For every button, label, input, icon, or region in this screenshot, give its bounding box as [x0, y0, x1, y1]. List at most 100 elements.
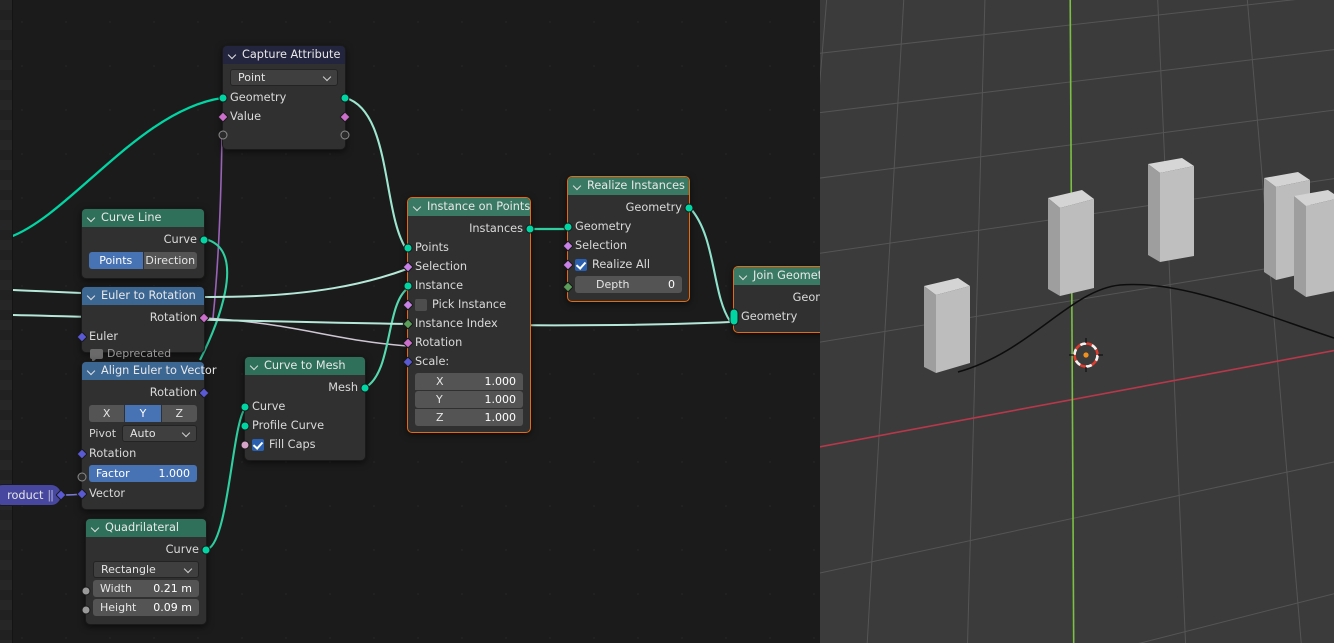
socket-pick-instance-in[interactable]	[402, 298, 414, 311]
scale-x-field[interactable]: X 1.000	[415, 373, 523, 390]
node-header-curve-to-mesh[interactable]: Curve to Mesh	[245, 357, 365, 375]
node-header-align-euler-to-vector[interactable]: Align Euler to Vector	[82, 362, 216, 380]
socket-vector-in[interactable]	[76, 487, 88, 500]
chevron-down-icon[interactable]	[229, 51, 238, 60]
iop-pick-instance-row[interactable]: Pick Instance	[402, 295, 530, 314]
chevron-down-icon[interactable]	[414, 203, 423, 212]
socket-curve-out[interactable]	[199, 235, 209, 244]
socket-value-in[interactable]	[217, 110, 229, 123]
align-axis-toggle[interactable]: X Y Z	[89, 405, 197, 422]
node-align-euler-to-vector[interactable]: Align Euler to Vector Rotation X Y Z Piv…	[76, 361, 216, 510]
node-curve-line[interactable]: Curve Line Curve Points Direction	[81, 208, 209, 279]
socket-instances-out[interactable]	[525, 224, 535, 233]
socket-add-in[interactable]	[218, 130, 228, 139]
align-pivot-row[interactable]: Pivot Auto	[89, 425, 197, 442]
fill-caps-checkbox[interactable]	[252, 438, 264, 451]
curve-line-mode-direction[interactable]: Direction	[143, 252, 197, 269]
row-label: Selection	[575, 239, 628, 252]
node-collapsed-product[interactable]: roduct ||	[0, 484, 67, 506]
socket-geometry-in[interactable]	[218, 93, 228, 102]
pick-instance-checkbox[interactable]	[415, 298, 427, 311]
socket-vector-out[interactable]	[55, 489, 67, 501]
node-instance-on-points[interactable]: Instance on Points Instances Points Sele…	[402, 197, 535, 433]
node-header-quadrilateral[interactable]: Quadrilateral	[86, 519, 206, 537]
chevron-down-icon[interactable]	[251, 362, 260, 371]
socket-fill-caps-in[interactable]	[240, 440, 250, 449]
chevron-down-icon[interactable]	[740, 272, 749, 281]
node-euler-to-rotation[interactable]: Euler to Rotation Rotation Euler	[76, 286, 210, 353]
curve-line-mode-toggle[interactable]: Points Direction	[89, 252, 197, 269]
deprecated-badge: Deprecated	[90, 347, 171, 363]
socket-selection-in[interactable]	[562, 239, 574, 252]
node-capture-attribute[interactable]: Capture Attribute Point Geometry Value	[217, 45, 351, 150]
node-curve-to-mesh[interactable]: Curve to Mesh Mesh Curve Profile Curve F…	[240, 356, 370, 461]
curve-line-mode-points[interactable]: Points	[89, 252, 143, 269]
quad-height-field[interactable]: Height 0.09 m	[93, 599, 199, 616]
quad-height-label: Height	[100, 601, 137, 614]
socket-realize-all-in[interactable]	[562, 258, 574, 271]
node-realize-instances[interactable]: Realize Instances Geometry Geometry Sele…	[562, 176, 694, 302]
socket-geometry-multi-in[interactable]	[729, 308, 739, 325]
socket-mesh-out[interactable]	[360, 383, 370, 392]
node-quadrilateral[interactable]: Quadrilateral Curve Rectangle Width 0.21…	[81, 518, 211, 625]
align-pivot-dropdown[interactable]: Auto	[122, 425, 197, 442]
align-axis-y[interactable]: Y	[125, 405, 161, 422]
socket-geometry-out[interactable]	[684, 203, 694, 212]
capture-domain-dropdown[interactable]: Point	[230, 69, 338, 86]
socket-add-out[interactable]	[340, 130, 350, 139]
chevron-down-icon[interactable]	[88, 214, 97, 223]
realize-all-checkbox[interactable]	[575, 258, 587, 271]
scale-x-axis: X	[436, 375, 444, 388]
align-input-rotation: Rotation	[76, 444, 204, 463]
node-header-euler-to-rotation[interactable]: Euler to Rotation	[82, 287, 204, 305]
viewport-3d[interactable]	[820, 0, 1334, 643]
socket-value-out[interactable]	[339, 110, 351, 123]
socket-profile-curve-in[interactable]	[240, 421, 250, 430]
socket-scale-in[interactable]	[402, 355, 414, 368]
socket-factor-in[interactable]	[77, 472, 87, 482]
chevron-down-icon[interactable]	[574, 182, 583, 191]
align-pivot-value: Auto	[130, 427, 156, 440]
node-join-geometry[interactable]: Join Geometry Geometry Geometry	[729, 266, 820, 333]
row-label: Rotation	[415, 336, 463, 349]
socket-curve-out[interactable]	[201, 545, 211, 554]
socket-curve-in[interactable]	[240, 402, 250, 411]
scale-z-field[interactable]: Z 1.000	[415, 409, 523, 426]
socket-height-in[interactable]	[81, 605, 91, 615]
iop-scale-vector[interactable]: X 1.000 Y 1.000 Z 1.000	[415, 373, 523, 426]
align-axis-x[interactable]: X	[89, 405, 125, 422]
socket-rotation-in[interactable]	[402, 336, 414, 349]
editor-side-strip[interactable]	[0, 0, 13, 643]
socket-geometry-in[interactable]	[563, 222, 573, 231]
quad-width-field[interactable]: Width 0.21 m	[93, 580, 199, 597]
node-header-curve-line[interactable]: Curve Line	[82, 209, 204, 227]
quad-output-curve: Curve	[86, 540, 211, 559]
socket-width-in[interactable]	[81, 586, 91, 596]
socket-rotation-in[interactable]	[76, 447, 88, 460]
geometry-node-editor[interactable]: Capture Attribute Point Geometry Value C…	[0, 0, 820, 643]
socket-points-in[interactable]	[403, 243, 413, 252]
socket-selection-in[interactable]	[402, 260, 414, 273]
ri-realize-all-row[interactable]: Realize All	[562, 255, 689, 274]
socket-depth-in[interactable]	[562, 281, 574, 293]
ri-depth-field[interactable]: Depth 0	[575, 276, 682, 293]
align-factor-slider[interactable]: Factor 1.000	[89, 465, 197, 482]
node-header-capture-attribute[interactable]: Capture Attribute	[223, 46, 345, 64]
chevron-down-icon[interactable]	[88, 367, 97, 376]
quad-shape-dropdown[interactable]: Rectangle	[93, 561, 199, 578]
socket-instance-index-in[interactable]	[402, 317, 414, 330]
node-header-instance-on-points[interactable]: Instance on Points	[408, 198, 530, 216]
align-axis-z[interactable]: Z	[161, 405, 197, 422]
node-header-join-geometry[interactable]: Join Geometry	[734, 267, 820, 285]
socket-rotation-out[interactable]	[198, 386, 210, 399]
depth-value: 0	[668, 278, 675, 291]
socket-rotation-out[interactable]	[198, 311, 210, 324]
chevron-down-icon[interactable]	[88, 292, 97, 301]
chevron-down-icon[interactable]	[92, 524, 101, 533]
scale-y-field[interactable]: Y 1.000	[415, 391, 523, 408]
socket-euler-in[interactable]	[76, 330, 88, 343]
ctm-fill-caps-row[interactable]: Fill Caps	[240, 435, 365, 454]
socket-instance-in[interactable]	[403, 281, 413, 290]
socket-geometry-out[interactable]	[340, 93, 350, 102]
node-header-realize-instances[interactable]: Realize Instances	[568, 177, 689, 195]
